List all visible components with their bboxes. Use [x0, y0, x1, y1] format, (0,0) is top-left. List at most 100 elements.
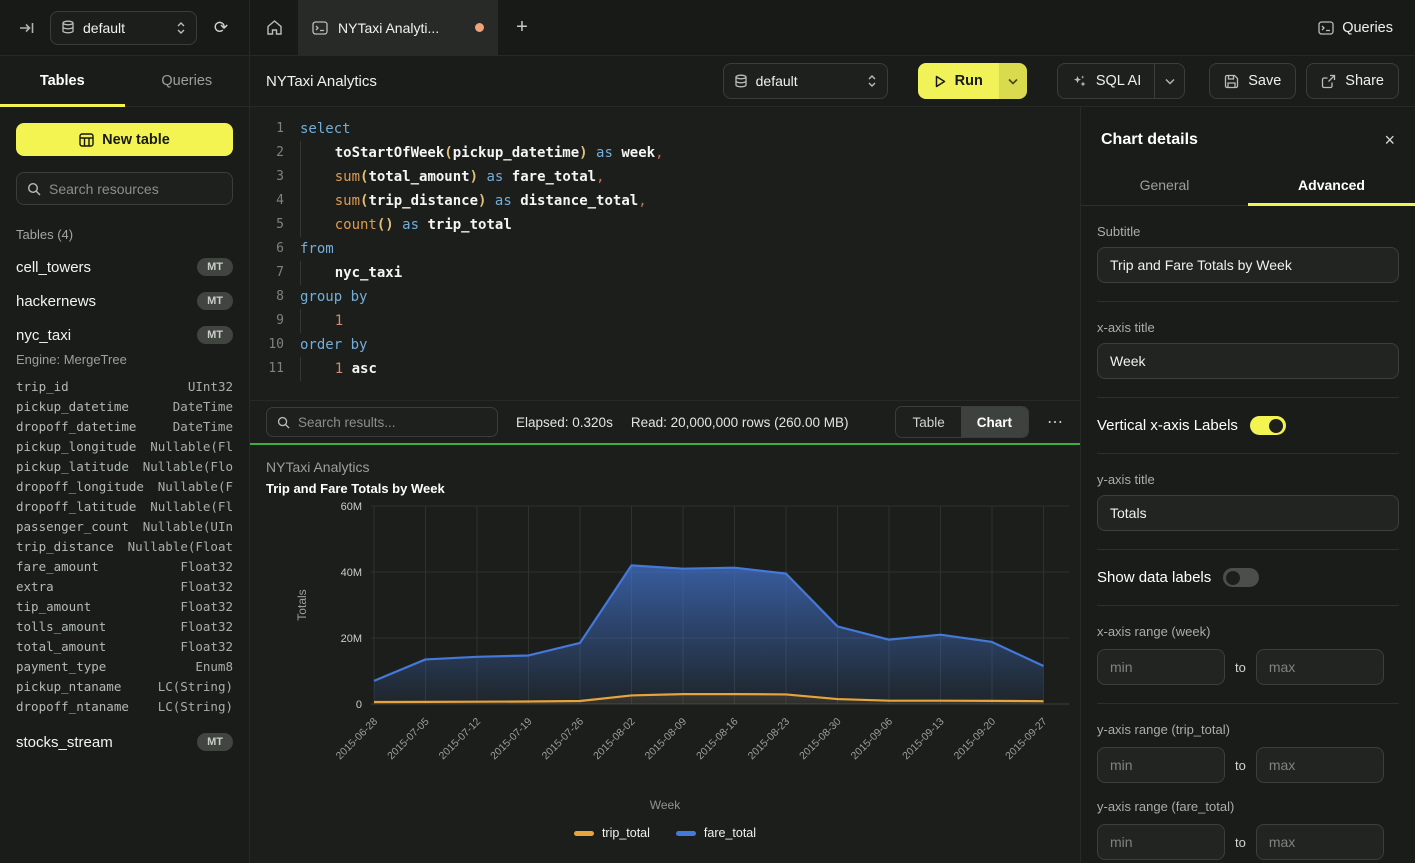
chart-plot[interactable]: 020M40M60M2015-06-282015-07-052015-07-12… [266, 496, 1064, 796]
code-line[interactable]: 4 sum(trip_distance) as distance_total, [250, 189, 1080, 213]
column-row[interactable]: pickup_ntaname LC(String) [16, 677, 233, 697]
table-row[interactable]: hackernews MT [16, 292, 233, 310]
column-row[interactable]: payment_type Enum8 [16, 657, 233, 677]
new-table-button[interactable]: New table [16, 123, 233, 156]
code-line[interactable]: 6from [250, 237, 1080, 261]
column-row[interactable]: tip_amount Float32 [16, 597, 233, 617]
x-tick-label: 2015-06-28 [334, 716, 381, 763]
legend-item[interactable]: trip_total [574, 826, 650, 840]
legend-item[interactable]: fare_total [676, 826, 756, 840]
x-tick-label: 2015-07-26 [540, 716, 587, 763]
code-line[interactable]: 8group by [250, 285, 1080, 309]
column-name: pickup_ntaname [16, 677, 121, 697]
sql-ai-chevron[interactable] [1154, 64, 1184, 98]
column-name: dropoff_datetime [16, 417, 136, 437]
sidebar-tab-queries[interactable]: Queries [125, 56, 250, 106]
column-row[interactable]: total_amount Float32 [16, 637, 233, 657]
queries-button[interactable]: Queries [1296, 0, 1415, 55]
search-results-input[interactable] [298, 415, 487, 430]
code-line[interactable]: 2 toStartOfWeek(pickup_datetime) as week… [250, 141, 1080, 165]
elapsed-stat: Elapsed: 0.320s [516, 415, 613, 430]
column-type: Enum8 [195, 657, 233, 677]
sidebar-tab-tables[interactable]: Tables [0, 56, 125, 106]
line-number: 1 [250, 117, 284, 141]
chevron-updown-icon [176, 21, 186, 35]
sql-ai-label: SQL AI [1096, 73, 1141, 89]
column-row[interactable]: dropoff_datetime DateTime [16, 417, 233, 437]
tab-advanced[interactable]: Advanced [1248, 167, 1415, 205]
vertical-labels-toggle[interactable] [1250, 416, 1286, 435]
yrange-trip-min-input[interactable] [1097, 747, 1225, 783]
column-name: passenger_count [16, 517, 129, 537]
column-row[interactable]: dropoff_ntaname LC(String) [16, 697, 233, 717]
run-button[interactable]: Run [918, 63, 1027, 99]
subtitle-input[interactable] [1097, 247, 1399, 283]
x-tick-label: 2015-07-05 [385, 716, 432, 763]
yaxis-title-input[interactable] [1097, 495, 1399, 531]
yrange-fare-label: y-axis range (fare_total) [1097, 799, 1399, 814]
new-tab-button[interactable]: + [498, 0, 546, 55]
column-row[interactable]: passenger_count Nullable(UIn [16, 517, 233, 537]
code-line[interactable]: 10order by [250, 333, 1080, 357]
data-labels-toggle[interactable] [1223, 568, 1259, 587]
code-line[interactable]: 9 1 [250, 309, 1080, 333]
yrange-trip-max-input[interactable] [1256, 747, 1384, 783]
refresh-icon[interactable]: ⟳ [207, 14, 235, 42]
column-row[interactable]: fare_amount Float32 [16, 557, 233, 577]
search-icon [27, 182, 41, 196]
close-icon[interactable]: × [1384, 131, 1395, 149]
column-row[interactable]: dropoff_longitude Nullable(F [16, 477, 233, 497]
column-row[interactable]: trip_id UInt32 [16, 377, 233, 397]
legend-label: fare_total [704, 826, 756, 840]
column-type: Float32 [180, 597, 233, 617]
to-label: to [1235, 758, 1246, 773]
yrange-fare-max-input[interactable] [1256, 824, 1384, 860]
table-row[interactable]: stocks_stream MT [16, 733, 233, 751]
svg-text:60M: 60M [341, 501, 362, 513]
tab-strip: NYTaxi Analyti... + [250, 0, 1296, 55]
unsaved-indicator [475, 23, 484, 32]
query-database-selector[interactable]: default [723, 63, 888, 99]
code-line[interactable]: 11 1 asc [250, 357, 1080, 381]
column-row[interactable]: dropoff_latitude Nullable(Fl [16, 497, 233, 517]
xaxis-title-input[interactable] [1097, 343, 1399, 379]
table-row[interactable]: cell_towers MT [16, 258, 233, 276]
collapse-sidebar-icon[interactable] [14, 15, 40, 41]
column-row[interactable]: pickup_longitude Nullable(Fl [16, 437, 233, 457]
column-row[interactable]: extra Float32 [16, 577, 233, 597]
code-line[interactable]: 7 nyc_taxi [250, 261, 1080, 285]
home-icon[interactable] [250, 0, 298, 55]
save-button[interactable]: Save [1209, 63, 1296, 99]
column-row[interactable]: pickup_latitude Nullable(Flo [16, 457, 233, 477]
xrange-max-input[interactable] [1256, 649, 1384, 685]
code-line[interactable]: 3 sum(total_amount) as fare_total, [250, 165, 1080, 189]
x-tick-label: 2015-09-20 [952, 716, 999, 763]
share-button[interactable]: Share [1306, 63, 1399, 99]
database-selector[interactable]: default [50, 11, 197, 45]
query-tab[interactable]: NYTaxi Analyti... [298, 0, 498, 55]
tab-general[interactable]: General [1081, 167, 1248, 205]
view-toggle-table[interactable]: Table [896, 407, 960, 437]
column-row[interactable]: pickup_datetime DateTime [16, 397, 233, 417]
chevron-updown-icon [867, 74, 877, 88]
code-line[interactable]: 1select [250, 117, 1080, 141]
xrange-min-input[interactable] [1097, 649, 1225, 685]
column-type: Float32 [180, 577, 233, 597]
code-line[interactable]: 5 count() as trip_total [250, 213, 1080, 237]
column-row[interactable]: tolls_amount Float32 [16, 617, 233, 637]
sql-editor[interactable]: 1select2 toStartOfWeek(pickup_datetime) … [250, 107, 1080, 400]
svg-text:20M: 20M [341, 633, 362, 645]
run-button-main[interactable]: Run [918, 63, 999, 99]
data-labels-label: Show data labels [1097, 569, 1211, 586]
column-name: payment_type [16, 657, 106, 677]
search-resources-input[interactable] [49, 181, 222, 197]
table-row[interactable]: nyc_taxi MT [16, 326, 233, 344]
view-toggle-chart[interactable]: Chart [961, 407, 1028, 437]
run-options-chevron[interactable] [999, 63, 1027, 99]
column-row[interactable]: trip_distance Nullable(Float [16, 537, 233, 557]
yrange-fare-min-input[interactable] [1097, 824, 1225, 860]
sql-ai-button[interactable]: SQL AI [1057, 63, 1185, 99]
more-options-icon[interactable]: ⋯ [1047, 412, 1064, 432]
sidebar-tabs: Tables Queries [0, 56, 249, 107]
column-name: dropoff_latitude [16, 497, 136, 517]
